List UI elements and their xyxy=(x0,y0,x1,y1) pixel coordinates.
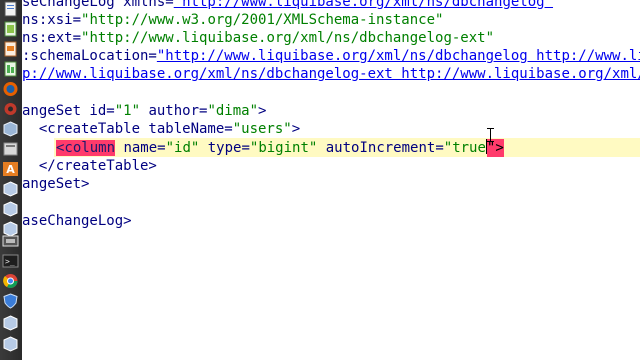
svg-text:>_: >_ xyxy=(5,257,15,266)
code-line-close-changelog: aseChangeLog> xyxy=(22,213,132,229)
code-line-column[interactable]: <column name="id" type="bigint" autoIncr… xyxy=(56,139,504,157)
screen: A >_ seChangeLog xmlns="http://www.liqui… xyxy=(0,0,640,360)
liquibase-icon-2[interactable] xyxy=(2,201,19,217)
font-a-icon[interactable]: A xyxy=(2,161,19,177)
chrome-icon[interactable] xyxy=(2,273,19,289)
settings-gear-icon[interactable] xyxy=(2,101,19,117)
workspace-icon[interactable] xyxy=(2,141,19,157)
code-editor[interactable]: seChangeLog xmlns="http://www.liquibase.… xyxy=(22,0,640,360)
launcher: A >_ xyxy=(0,0,23,360)
liquibase-icon[interactable] xyxy=(2,181,19,197)
software-center-icon[interactable] xyxy=(2,121,19,137)
screenshot-icon[interactable] xyxy=(2,233,19,249)
document-icon[interactable] xyxy=(2,1,19,17)
spreadsheet-icon-2[interactable] xyxy=(2,61,19,77)
spreadsheet-icon[interactable] xyxy=(2,21,19,37)
terminal-icon[interactable]: >_ xyxy=(2,253,19,269)
code-line-close-createtable: </createTable> xyxy=(22,158,157,174)
code-line-2: ns:xsi="http://www.w3.org/2001/XMLSchema… xyxy=(22,12,444,28)
mouse-ibeam-cursor-icon xyxy=(487,128,494,142)
code-line-changeset: angeSet id="1" author="dima"> xyxy=(22,103,267,119)
code-line-createtable: <createTable tableName="users"> xyxy=(22,121,301,137)
code-line-5: p://www.liquibase.org/xml/ns/dbchangelog… xyxy=(22,66,640,82)
code-line-3: ns:ext="http://www.liquibase.org/xml/ns/… xyxy=(22,30,495,46)
code-line-4: :schemaLocation="http://www.liquibase.or… xyxy=(22,48,640,64)
liquibase-icon-5[interactable] xyxy=(2,336,19,352)
code-line-1: seChangeLog xmlns="http://www.liquibase.… xyxy=(22,0,554,10)
svg-text:A: A xyxy=(6,163,15,176)
firefox-icon[interactable] xyxy=(2,81,19,97)
column-tag-highlight: <column xyxy=(56,140,116,156)
presentation-icon[interactable] xyxy=(2,41,19,57)
liquibase-icon-4[interactable] xyxy=(2,315,19,331)
code-line-close-changeset: angeSet> xyxy=(22,176,90,192)
shield-icon[interactable] xyxy=(2,293,19,309)
